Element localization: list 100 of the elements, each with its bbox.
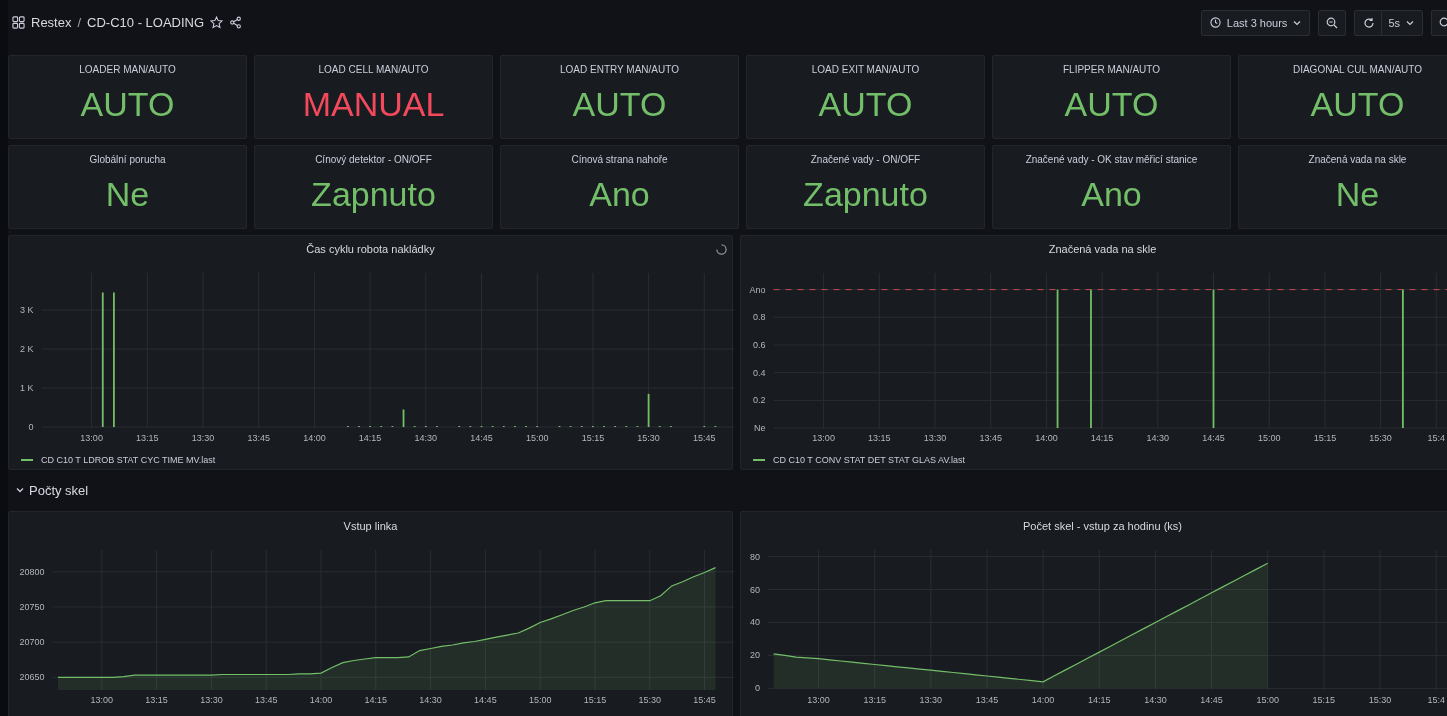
- y-tick-label: 2 K: [20, 343, 34, 354]
- x-tick-label: 15:45: [693, 695, 716, 705]
- stat-title: LOADER MAN/AUTO: [79, 64, 176, 75]
- refresh-button[interactable]: 5s: [1354, 9, 1423, 36]
- y-tick-label: 1 K: [20, 382, 34, 393]
- legend-label[interactable]: CD C10 T CONV STAT DET STAT GLAS AV.last: [773, 455, 966, 466]
- stat-title: Globální porucha: [89, 154, 166, 165]
- x-tick-label: 15:4: [1427, 695, 1445, 705]
- x-tick-label: 13:00: [90, 695, 114, 705]
- stat-value: Ano: [589, 175, 650, 214]
- x-tick-label: 13:45: [247, 432, 270, 443]
- x-tick-label: 13:30: [191, 432, 215, 443]
- x-tick-label: 15:30: [637, 432, 660, 443]
- x-tick-label: 15:15: [581, 432, 605, 443]
- stat-title: Značené vady - OK stav měřicí stanice: [1025, 154, 1198, 165]
- x-tick-label: 14:30: [1146, 432, 1170, 443]
- x-tick-label: 15:30: [638, 695, 662, 705]
- y-tick-label: 80: [750, 551, 760, 562]
- stat-title: LOAD EXIT MAN/AUTO: [811, 64, 920, 75]
- x-tick-label: 14:00: [303, 432, 326, 443]
- stat-value: AUTO: [1310, 85, 1405, 124]
- stat-value: MANUAL: [302, 85, 445, 124]
- x-tick-label: 15:45: [693, 432, 716, 443]
- x-tick-label: 13:00: [812, 432, 835, 443]
- stat-value: AUTO: [1064, 85, 1159, 124]
- stat-value: Ne: [105, 175, 150, 214]
- y-tick-label: 0: [755, 683, 760, 694]
- x-tick-label: 15:00: [1257, 432, 1281, 443]
- chart-title: Čas cyklu robota nakládky: [306, 243, 435, 256]
- chart-title: Vstup linka: [343, 520, 398, 532]
- stat-value: Ano: [1081, 175, 1142, 214]
- y-tick-label: Ne: [754, 422, 766, 433]
- y-tick-label: 20: [750, 650, 760, 661]
- y-tick-label: 0.2: [753, 395, 766, 406]
- x-tick-label: 14:45: [1200, 695, 1223, 705]
- x-tick-label: 15:15: [1313, 432, 1337, 443]
- stat-title: FLIPPER MAN/AUTO: [1062, 64, 1161, 75]
- y-tick-label: 3 K: [20, 304, 34, 315]
- dashboard-title: CD-C10 - LOADING: [87, 15, 205, 30]
- x-tick-label: 14:15: [1088, 695, 1111, 705]
- x-tick-label: 15:15: [1312, 695, 1336, 705]
- x-tick-label: 14:30: [1144, 695, 1167, 705]
- x-tick-label: 14:15: [358, 432, 382, 443]
- x-tick-label: 14:45: [470, 432, 493, 443]
- x-tick-label: 13:00: [807, 695, 830, 705]
- stat-value: Ne: [1335, 175, 1380, 214]
- stat-value: Zapnuto: [803, 175, 928, 214]
- y-tick-label: 20800: [19, 566, 45, 577]
- stat-value: AUTO: [80, 85, 175, 124]
- stat-value: AUTO: [818, 85, 913, 124]
- x-tick-label: 13:45: [254, 695, 278, 705]
- x-tick-label: 14:00: [1031, 695, 1055, 705]
- stat-title: LOAD CELL MAN/AUTO: [318, 64, 429, 75]
- x-tick-label: 14:00: [1035, 432, 1058, 443]
- x-tick-label: 13:15: [145, 695, 168, 705]
- x-tick-label: 13:45: [979, 432, 1002, 443]
- x-tick-label: 14:45: [1202, 432, 1225, 443]
- y-tick-label: 0.6: [753, 339, 766, 350]
- x-tick-label: 13:30: [919, 695, 943, 705]
- x-tick-label: 14:30: [414, 432, 438, 443]
- y-tick-label: 20700: [19, 637, 45, 648]
- x-tick-label: 13:15: [863, 695, 886, 705]
- stat-title: Značená vada na skle: [1308, 154, 1407, 165]
- x-tick-label: 13:30: [200, 695, 223, 705]
- chart-title: Značená vada na skle: [1048, 243, 1157, 256]
- x-tick-label: 14:45: [474, 695, 497, 705]
- y-tick-label: 0.4: [753, 367, 766, 378]
- legend-label[interactable]: CD C10 T LDROB STAT CYC TIME MV.last: [41, 455, 216, 466]
- stat-title: DIAGONAL CUL MAN/AUTO: [1292, 64, 1423, 75]
- x-tick-label: 14:30: [419, 695, 442, 705]
- x-tick-label: 14:15: [1090, 432, 1114, 443]
- x-tick-label: 15:00: [1256, 695, 1279, 705]
- folder-link[interactable]: Restex: [31, 15, 72, 30]
- x-tick-label: 15:00: [525, 432, 549, 443]
- time-range-picker[interactable]: Last 3 hours: [1200, 9, 1311, 36]
- stat-title: Značené vady - ON/OFF: [810, 154, 921, 165]
- stat-title: Cínový detektor - ON/OFF: [315, 154, 432, 165]
- row-header[interactable]: Počty skel: [8, 475, 97, 505]
- y-tick-label: 0.8: [753, 312, 766, 323]
- chart-title: Počet skel - vstup za hodinu (ks): [1023, 520, 1182, 532]
- x-tick-label: 15:30: [1369, 432, 1392, 443]
- x-tick-label: 13:30: [923, 432, 947, 443]
- stat-title: Cínová strana nahoře: [571, 154, 668, 165]
- x-tick-label: 15:30: [1368, 695, 1392, 705]
- y-tick-label: 20650: [19, 672, 45, 683]
- x-tick-label: 13:15: [868, 432, 891, 443]
- stat-value: Zapnuto: [311, 175, 436, 214]
- breadcrumb-separator: /: [77, 15, 82, 30]
- x-tick-label: 15:00: [528, 695, 552, 705]
- x-tick-label: 15:4: [1427, 432, 1446, 443]
- x-tick-label: 13:45: [975, 695, 999, 705]
- stat-title: LOAD ENTRY MAN/AUTO: [560, 64, 679, 75]
- y-tick-label: Ano: [749, 284, 766, 295]
- x-tick-label: 13:15: [136, 432, 159, 443]
- y-tick-label: 20750: [19, 602, 45, 612]
- x-tick-label: 14:15: [364, 695, 388, 705]
- x-tick-label: 13:00: [80, 432, 103, 443]
- x-tick-label: 15:15: [583, 695, 607, 705]
- y-tick-label: 60: [750, 584, 760, 595]
- y-tick-label: 40: [750, 617, 760, 628]
